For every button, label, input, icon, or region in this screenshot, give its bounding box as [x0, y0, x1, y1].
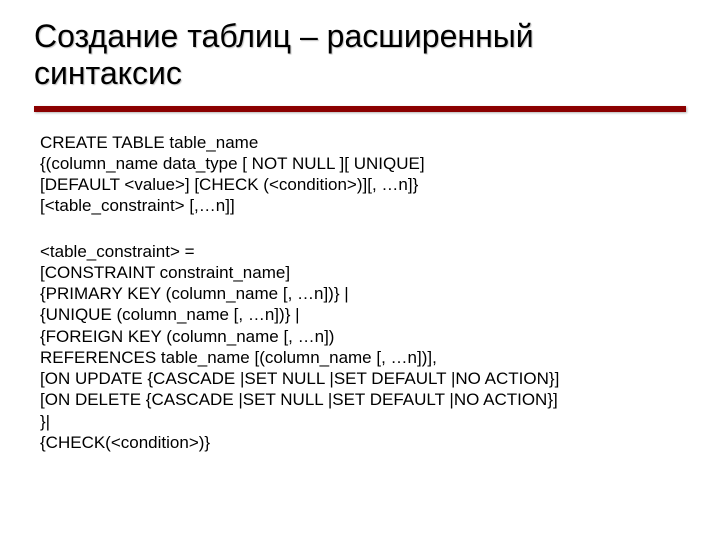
syntax-block-table-constraint: <table_constraint> = [CONSTRAINT constra…	[40, 241, 680, 454]
slide: Создание таблиц – расширенный синтаксис …	[0, 0, 720, 540]
slide-body: CREATE TABLE table_name {(column_name da…	[34, 132, 686, 454]
title-underline	[34, 106, 686, 112]
slide-title: Создание таблиц – расширенный синтаксис	[34, 18, 686, 92]
syntax-block-create-table: CREATE TABLE table_name {(column_name da…	[40, 132, 680, 217]
